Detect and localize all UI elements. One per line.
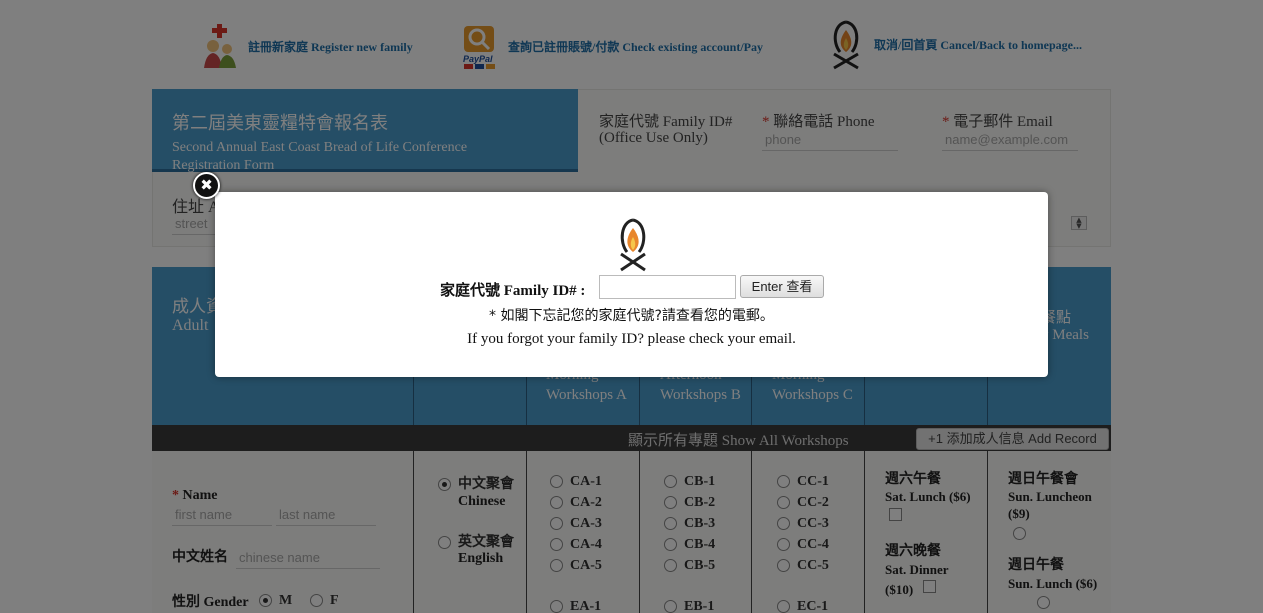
family-id-dialog: 家庭代號 Family ID# : Enter 查看 * 如閣下忘記您的家庭代號… (215, 192, 1048, 377)
forgot-id-zh: * 如閣下忘記您的家庭代號?請查看您的電郵。 (489, 308, 774, 324)
modal-family-id-label: 家庭代號 Family ID# : (440, 283, 586, 299)
enter-button[interactable]: Enter 查看 (740, 275, 824, 298)
forgot-id-en: If you forgot your family ID? please che… (467, 331, 796, 347)
close-icon[interactable]: ✖ (193, 172, 220, 199)
modal-flame-logo-icon (613, 216, 653, 277)
modal-family-id-input[interactable] (599, 275, 736, 299)
